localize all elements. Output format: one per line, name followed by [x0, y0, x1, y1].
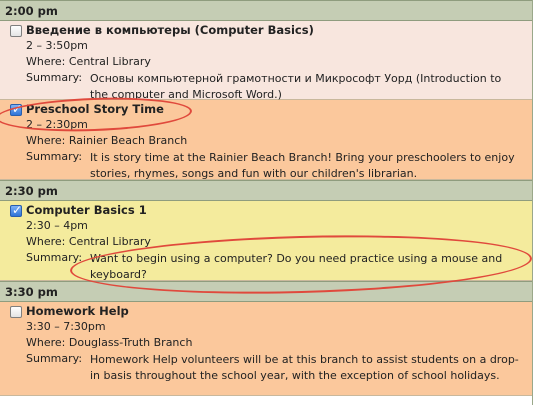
summary-label: Summary: — [26, 150, 83, 163]
event-location: Central Library — [68, 235, 151, 248]
summary-label: Summary: — [26, 352, 83, 365]
event-item: Введение в компьютеры (Computer Basics) … — [0, 21, 532, 101]
summary-label: Summary: — [26, 251, 83, 264]
event-title: Homework Help — [26, 304, 129, 318]
where-label: Where: — [26, 235, 66, 248]
event-summary: Основы компьютерной грамотности и Микрос… — [90, 72, 502, 101]
event-schedule: 2:00 pm Введение в компьютеры (Computer … — [0, 0, 533, 405]
event-time: 2 – 2:30pm — [26, 118, 88, 131]
event-item: ✓ Computer Basics 1 2:30 – 4pm Where: Ce… — [0, 201, 532, 281]
event-time: 3:30 – 7:30pm — [26, 320, 106, 333]
event-summary: Homework Help volunteers will be at this… — [90, 353, 519, 382]
event-location: Rainier Beach Branch — [68, 134, 188, 147]
where-label: Where: — [26, 336, 66, 349]
checkmark-icon: ✓ — [12, 203, 23, 217]
summary-label: Summary: — [26, 71, 83, 84]
time-slot-header: 2:00 pm — [0, 0, 532, 21]
checkmark-icon: ✓ — [12, 102, 23, 116]
where-label: Where: — [26, 134, 66, 147]
event-checkbox[interactable]: ✓ — [10, 203, 23, 217]
event-checkbox[interactable] — [10, 306, 22, 318]
event-checkbox[interactable] — [10, 25, 22, 37]
event-location: Douglass-Truth Branch — [68, 336, 193, 349]
event-item: Homework Help 3:30 – 7:30pm Where: Dougl… — [0, 302, 532, 396]
event-checkbox[interactable]: ✓ — [10, 102, 23, 116]
where-label: Where: — [26, 55, 66, 68]
event-title: Computer Basics 1 — [26, 203, 147, 217]
event-title: Введение в компьютеры (Computer Basics) — [26, 23, 314, 37]
event-summary: Want to begin using a computer? Do you n… — [90, 252, 503, 281]
event-location: Central Library — [68, 55, 151, 68]
event-title: Preschool Story Time — [26, 102, 164, 116]
event-time: 2 – 3:50pm — [26, 39, 88, 52]
event-item: ✓ Preschool Story Time 2 – 2:30pm Where:… — [0, 100, 532, 180]
event-time: 2:30 – 4pm — [26, 219, 88, 232]
event-summary: It is story time at the Rainier Beach Br… — [90, 151, 515, 180]
